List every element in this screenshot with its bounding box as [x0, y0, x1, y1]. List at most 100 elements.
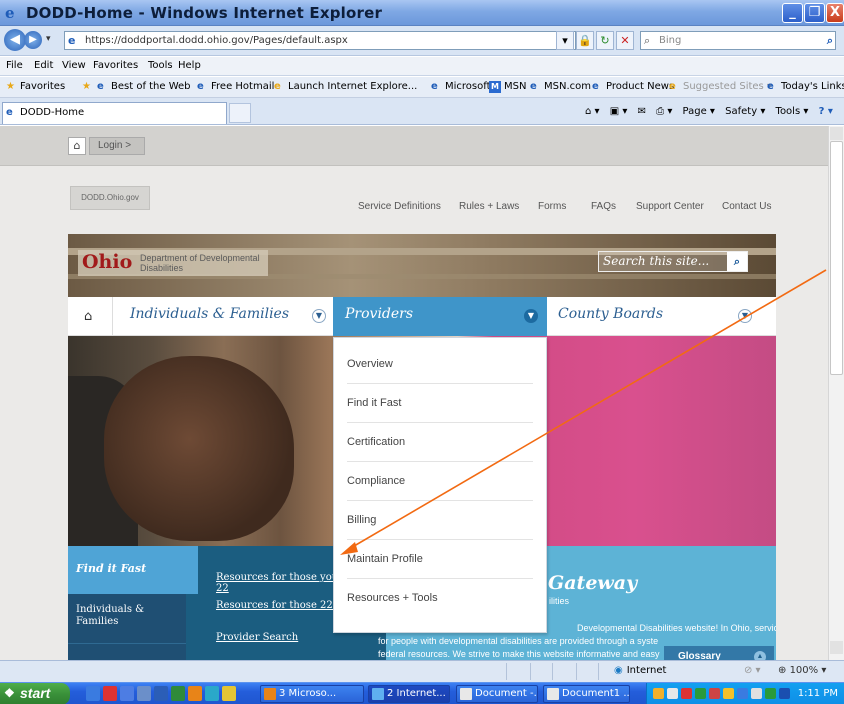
tray-icon[interactable]: [667, 688, 678, 699]
menu-item-resources-tools[interactable]: Resources + Tools: [347, 579, 533, 618]
stop-icon[interactable]: ✕: [616, 31, 634, 50]
tray-icon[interactable]: [751, 688, 762, 699]
tab-dodd-home[interactable]: e DODD-Home: [2, 102, 227, 124]
panel-individuals-families[interactable]: Individuals & Families: [76, 604, 176, 628]
nav-providers[interactable]: Providers ▼: [333, 297, 547, 336]
mail-icon[interactable]: ✉: [638, 106, 646, 117]
link-service-definitions[interactable]: Service Definitions: [358, 201, 441, 212]
tray-icon[interactable]: [779, 688, 790, 699]
home-icon[interactable]: ⌂ ▾: [585, 106, 600, 117]
quicklaunch-app-icon[interactable]: [137, 686, 151, 701]
menu-item-billing[interactable]: Billing: [347, 501, 533, 540]
print-icon[interactable]: ⎙ ▾: [656, 106, 672, 117]
menu-item-find-it-fast[interactable]: Find it Fast: [347, 384, 533, 423]
favorite-msn[interactable]: MSN: [504, 77, 526, 97]
menu-item-maintain-profile[interactable]: Maintain Profile: [347, 540, 533, 579]
glossary-toggle-icon[interactable]: ▲: [754, 651, 766, 660]
quicklaunch-app-icon[interactable]: [120, 686, 134, 701]
find-it-fast-tab[interactable]: Find it Fast: [68, 546, 198, 594]
start-button[interactable]: ❖ start: [0, 683, 70, 704]
menu-item-overview[interactable]: Overview: [347, 345, 533, 384]
favorite-best-of-web[interactable]: Best of the Web: [111, 77, 191, 97]
link-provider-search[interactable]: Provider Search: [216, 632, 298, 643]
search-go-icon[interactable]: ⌕: [827, 32, 833, 49]
nav-county-boards[interactable]: County Boards: [558, 306, 663, 322]
maximize-button[interactable]: ❐: [804, 3, 825, 23]
quicklaunch-excel-icon[interactable]: [171, 686, 185, 701]
quicklaunch-app-icon[interactable]: [222, 686, 236, 701]
zoom-dropdown-icon[interactable]: ▾: [818, 665, 826, 676]
menu-help[interactable]: Help: [178, 57, 201, 75]
protected-mode-icon[interactable]: ⊘ ▾: [744, 661, 761, 681]
clock[interactable]: 1:11 PM: [798, 683, 838, 704]
quicklaunch-ie-icon[interactable]: [86, 686, 100, 701]
menu-view[interactable]: View: [62, 57, 86, 75]
link-faqs[interactable]: FAQs: [591, 201, 616, 212]
zoom-control[interactable]: ⊕ 100% ▾: [778, 661, 826, 681]
tray-icon[interactable]: [653, 688, 664, 699]
menu-edit[interactable]: Edit: [34, 57, 53, 75]
link-rules-laws[interactable]: Rules + Laws: [459, 201, 519, 212]
glossary-button[interactable]: Glossary ▲: [664, 646, 774, 660]
scroll-thumb[interactable]: [830, 141, 843, 375]
tray-icon[interactable]: [681, 688, 692, 699]
tray-icon[interactable]: [723, 688, 734, 699]
chevron-down-icon[interactable]: ▼: [312, 309, 326, 323]
back-button[interactable]: ◀: [4, 29, 26, 51]
scroll-up-button[interactable]: [830, 127, 843, 140]
favorite-todays-links[interactable]: Today's Links: [781, 77, 844, 97]
command-page[interactable]: Page ▾: [683, 106, 715, 117]
quicklaunch-acrobat-icon[interactable]: [103, 686, 117, 701]
url-dropdown-icon[interactable]: ▾: [556, 31, 574, 50]
nav-individuals-families[interactable]: Individuals & Families: [130, 306, 289, 322]
favorites-button[interactable]: Favorites: [20, 77, 65, 97]
link-support-center[interactable]: Support Center: [636, 201, 704, 212]
command-tools[interactable]: Tools ▾: [776, 106, 809, 117]
site-search-icon[interactable]: ⌕: [727, 252, 747, 271]
chevron-down-icon[interactable]: ▼: [524, 309, 538, 323]
tray-icon[interactable]: [737, 688, 748, 699]
site-search-input[interactable]: Search this site... ⌕: [598, 251, 748, 272]
favorite-microsoft[interactable]: Microsoft: [445, 77, 491, 97]
new-tab-button[interactable]: [229, 103, 251, 123]
add-favorite-icon[interactable]: ★: [82, 77, 91, 97]
favorite-launch-ie[interactable]: Launch Internet Explore...: [288, 77, 417, 97]
quicklaunch-app-icon[interactable]: [205, 686, 219, 701]
help-icon[interactable]: ? ▾: [819, 106, 833, 117]
favorite-msn-com[interactable]: MSN.com: [544, 77, 591, 97]
link-resources-younger-cont[interactable]: 22: [216, 583, 229, 594]
lock-icon[interactable]: 🔒: [576, 31, 594, 50]
scroll-down-button[interactable]: [830, 641, 843, 654]
task-document[interactable]: Document -...: [456, 685, 538, 703]
site-logo[interactable]: Ohio Department of Developmental Disabil…: [78, 250, 268, 276]
quicklaunch-outlook-icon[interactable]: [188, 686, 202, 701]
link-contact-us[interactable]: Contact Us: [722, 201, 771, 212]
close-button[interactable]: X: [826, 3, 844, 23]
task-internet-explorer[interactable]: 2 Internet...: [368, 685, 450, 703]
dodd-ohio-gov-link[interactable]: DODD.Ohio.gov: [70, 186, 150, 210]
site-home-icon[interactable]: ⌂: [68, 137, 86, 155]
login-button[interactable]: Login >: [89, 137, 145, 155]
quicklaunch-word-icon[interactable]: [154, 686, 168, 701]
url-field[interactable]: e https://doddportal.dodd.ohio.gov/Pages…: [64, 31, 576, 50]
tray-icon[interactable]: [709, 688, 720, 699]
recent-pages-dropdown-icon[interactable]: ▾: [46, 34, 51, 44]
favorite-suggested-sites[interactable]: Suggested Sites ▾: [683, 77, 772, 97]
tray-icon[interactable]: [765, 688, 776, 699]
forward-button[interactable]: ▶: [24, 31, 42, 49]
refresh-icon[interactable]: ↻: [596, 31, 614, 50]
nav-home-icon[interactable]: ⌂: [84, 309, 92, 324]
menu-item-compliance[interactable]: Compliance: [347, 462, 533, 501]
menu-item-certification[interactable]: Certification: [347, 423, 533, 462]
security-zone[interactable]: ◉ Internet: [614, 661, 666, 681]
menu-favorites[interactable]: Favorites: [93, 57, 138, 75]
chevron-down-icon[interactable]: ▼: [738, 309, 752, 323]
menu-file[interactable]: File: [6, 57, 23, 75]
task-document1[interactable]: Document1 ...: [543, 685, 630, 703]
command-safety[interactable]: Safety ▾: [725, 106, 765, 117]
feeds-icon[interactable]: ▣ ▾: [610, 106, 628, 117]
tray-icon[interactable]: [695, 688, 706, 699]
minimize-button[interactable]: _: [782, 3, 803, 23]
task-microsoft-office[interactable]: 3 Microso...: [260, 685, 364, 703]
favorite-free-hotmail[interactable]: Free Hotmail: [211, 77, 274, 97]
